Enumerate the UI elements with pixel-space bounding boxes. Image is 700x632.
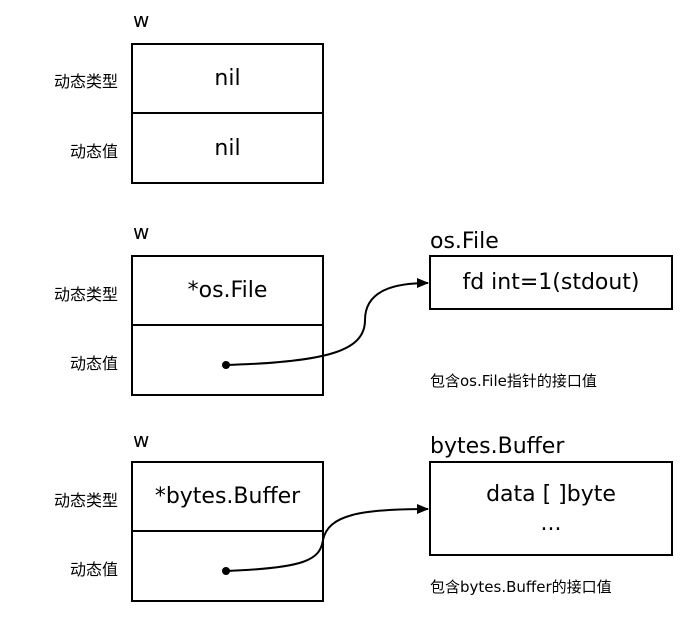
group2-dynamic-type-label: 动态类型 (53, 285, 118, 304)
group3-dynamic-value-cell (131, 532, 324, 602)
group1-dynamic-type-value: nil (214, 66, 241, 91)
group2-dynamic-type-value: *os.File (187, 278, 268, 303)
bytes-buffer-field: data [ ]byte (486, 481, 616, 507)
bytes-buffer-title: bytes.Buffer (430, 434, 565, 459)
group3-var-name: w (133, 428, 150, 452)
group2-dynamic-value-label: 动态值 (69, 354, 118, 373)
group1-dynamic-value-cell: nil (131, 114, 324, 184)
bytes-buffer-box: data [ ]byte ... (429, 461, 673, 556)
group3-dynamic-type-label: 动态类型 (53, 491, 118, 510)
os-file-title: os.File (430, 229, 499, 254)
bytes-buffer-ellipsis: ... (540, 510, 562, 536)
bytes-buffer-caption: 包含bytes.Buffer的接口值 (430, 578, 612, 596)
os-file-caption: 包含os.File指针的接口值 (430, 372, 597, 390)
group3-dynamic-type-value: *bytes.Buffer (154, 484, 301, 509)
group1-var-name: w (133, 8, 150, 32)
group1-dynamic-type-label: 动态类型 (53, 72, 118, 91)
os-file-field: fd int=1(stdout) (462, 270, 640, 295)
os-file-box: fd int=1(stdout) (429, 255, 673, 310)
group1-dynamic-value-label: 动态值 (69, 142, 118, 161)
group1-dynamic-type-cell: nil (131, 43, 324, 114)
group3-dynamic-type-cell: *bytes.Buffer (131, 461, 324, 532)
group2-var-name: w (133, 220, 150, 244)
group1-dynamic-value-value: nil (214, 135, 241, 161)
group2-dynamic-value-cell (131, 326, 324, 396)
group3-dynamic-value-label: 动态值 (69, 560, 118, 579)
group2-dynamic-type-cell: *os.File (131, 255, 324, 326)
